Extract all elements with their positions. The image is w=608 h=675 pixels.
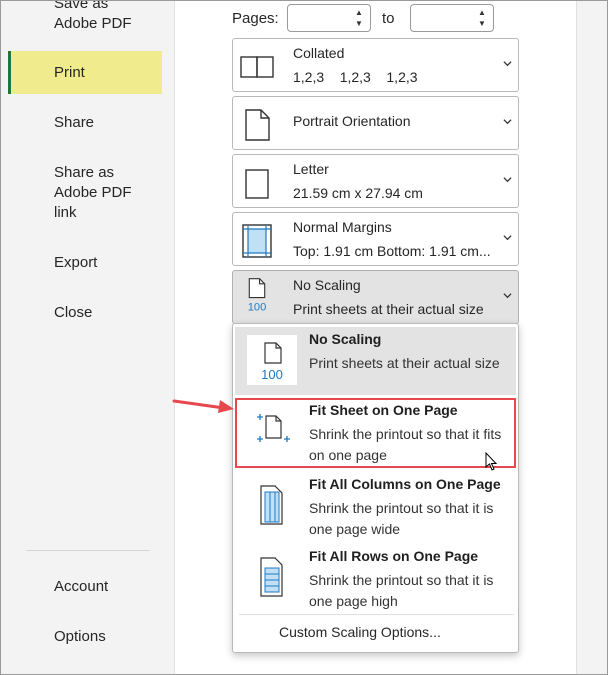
no-scaling-icon: 100 xyxy=(247,335,297,385)
nav-export[interactable]: Export xyxy=(8,253,162,273)
paper-size-subtitle: 21.59 cm x 27.94 cm xyxy=(293,185,423,201)
orientation-dropdown[interactable]: Portrait Orientation xyxy=(232,96,519,150)
option-fit-sheet-on-one-page[interactable]: Fit Sheet on One Page Shrink the printou… xyxy=(235,398,516,468)
option-title: No Scaling xyxy=(309,331,382,347)
fit-columns-icon xyxy=(247,480,297,530)
option-no-scaling[interactable]: 100 No Scaling Print sheets at their act… xyxy=(235,327,516,395)
option-title: Fit Sheet on One Page xyxy=(309,402,458,418)
letter-page-icon xyxy=(245,169,269,199)
nav-account[interactable]: Account xyxy=(8,577,162,597)
paper-size-dropdown[interactable]: Letter 21.59 cm x 27.94 cm xyxy=(232,154,519,208)
scaling-dropdown[interactable]: 100 No Scaling Print sheets at their act… xyxy=(232,270,519,324)
nav-options[interactable]: Options xyxy=(8,627,162,647)
nav-print-label: Print xyxy=(54,63,85,81)
nav-share-as-adobe-pdf-link[interactable]: Share as Adobe PDF link xyxy=(8,163,162,223)
option-fit-all-columns-on-one-page[interactable]: Fit All Columns on One Page Shrink the p… xyxy=(235,472,516,542)
pages-to-spinner[interactable]: ▲ ▼ xyxy=(410,4,494,32)
collation-title: Collated xyxy=(293,45,345,61)
pages-label: Pages: xyxy=(232,10,279,27)
nav-save-as-adobe-pdf[interactable]: Save as Adobe PDF xyxy=(8,0,162,34)
fit-rows-icon xyxy=(247,552,297,602)
option-description: Print sheets at their actual size xyxy=(309,355,500,371)
preview-gutter xyxy=(576,0,608,675)
no-scaling-icon-label: 100 xyxy=(248,301,267,313)
spinner-arrows-icon[interactable]: ▲ ▼ xyxy=(354,7,364,29)
portrait-page-icon xyxy=(245,109,270,141)
collation-dropdown[interactable]: Collated 1,2,3 1,2,3 1,2,3 xyxy=(232,38,519,92)
collated-icon xyxy=(240,56,274,78)
option-title: Fit All Rows on One Page xyxy=(309,548,479,564)
option-description: Shrink the printout so that it is one pa… xyxy=(309,572,494,609)
pages-from-spinner[interactable]: ▲ ▼ xyxy=(287,4,371,32)
margins-dropdown[interactable]: Normal Margins Top: 1.91 cm Bottom: 1.91… xyxy=(232,212,519,266)
to-label: to xyxy=(382,10,395,27)
annotation-arrow-icon xyxy=(172,399,234,413)
option-title: Fit All Columns on One Page xyxy=(309,476,501,492)
spinner-arrows-icon[interactable]: ▲ ▼ xyxy=(477,7,487,29)
scaling-menu: 100 No Scaling Print sheets at their act… xyxy=(232,323,519,653)
nav-divider xyxy=(26,550,150,551)
scaling-title: No Scaling xyxy=(293,277,361,293)
chevron-down-icon xyxy=(503,235,512,241)
collation-subtitle: 1,2,3 1,2,3 1,2,3 xyxy=(293,69,418,85)
option-description: Shrink the printout so that it is one pa… xyxy=(309,500,494,537)
margins-title: Normal Margins xyxy=(293,219,392,235)
chevron-down-icon xyxy=(503,177,512,183)
backstage-nav: Save as Adobe PDF Print Share Share as A… xyxy=(0,0,175,675)
menu-separator xyxy=(239,614,514,615)
scaling-subtitle: Print sheets at their actual size xyxy=(293,301,484,317)
mouse-pointer-icon xyxy=(485,452,498,471)
fit-sheet-icon xyxy=(247,406,297,456)
margins-icon xyxy=(242,224,272,258)
option-fit-all-rows-on-one-page[interactable]: Fit All Rows on One Page Shrink the prin… xyxy=(235,544,516,614)
orientation-title: Portrait Orientation xyxy=(293,113,411,129)
nav-print[interactable]: Print xyxy=(8,51,162,94)
chevron-down-icon xyxy=(503,61,512,67)
nav-share[interactable]: Share xyxy=(8,113,162,133)
no-scaling-icon: 100 xyxy=(248,278,267,313)
chevron-down-icon xyxy=(503,119,512,125)
no-scaling-icon-label: 100 xyxy=(261,367,283,382)
chevron-down-icon xyxy=(503,293,512,299)
nav-close[interactable]: Close xyxy=(8,303,162,323)
custom-scaling-options-item[interactable]: Custom Scaling Options... xyxy=(279,624,441,640)
margins-subtitle: Top: 1.91 cm Bottom: 1.91 cm... xyxy=(293,243,491,259)
paper-size-title: Letter xyxy=(293,161,329,177)
